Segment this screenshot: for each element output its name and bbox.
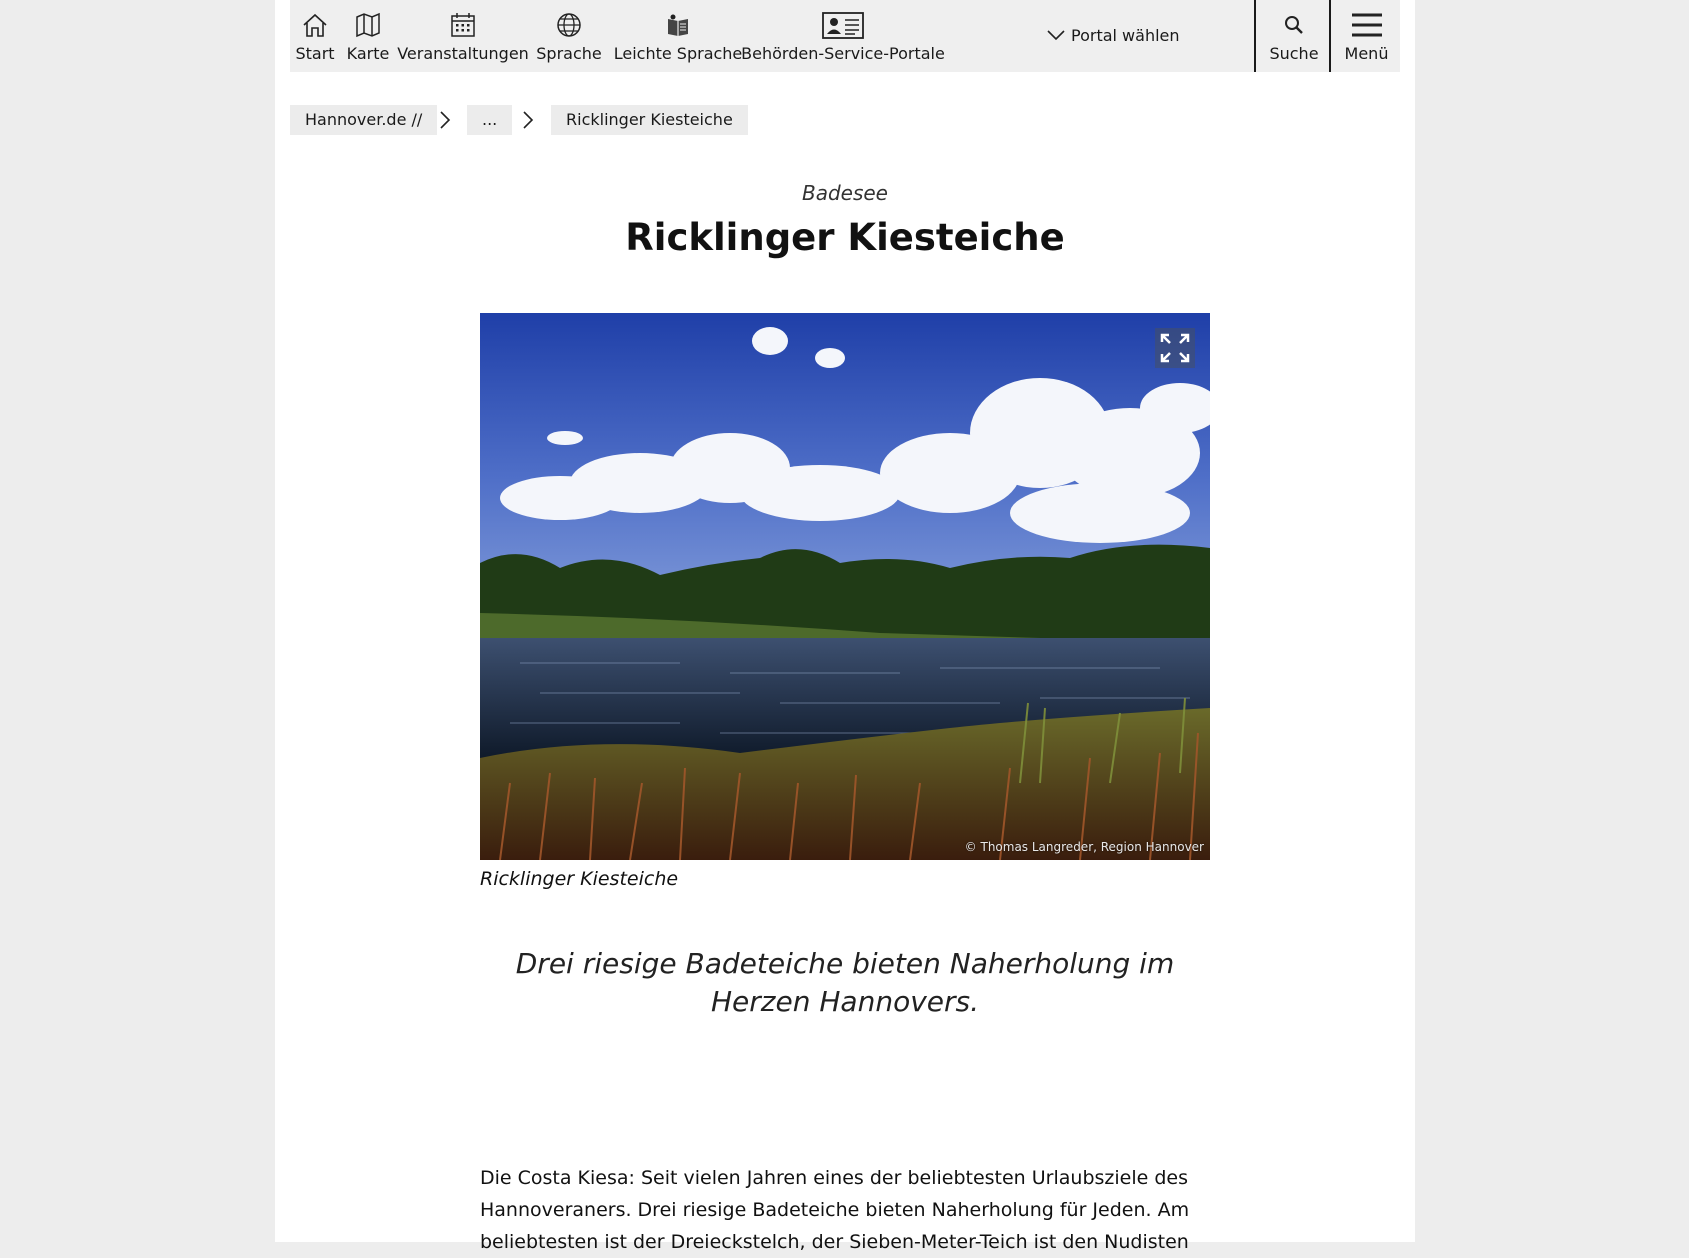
lake-photo xyxy=(480,313,1210,860)
page-title: Ricklinger Kiesteiche xyxy=(625,216,1065,259)
nav-item-behoerden-service-portale[interactable]: Behörden-Service-Portale xyxy=(741,0,945,72)
article-body: Die Costa Kiesa: Seit vielen Jahren eine… xyxy=(480,1167,1190,1253)
menu-button[interactable]: Menü xyxy=(1333,0,1400,72)
nav-divider xyxy=(1254,0,1256,72)
portal-select-label: Portal wählen xyxy=(1071,25,1180,45)
nav-label-behoerden-service-portale: Behörden-Service-Portale xyxy=(741,44,945,63)
nav-item-leichte-sprache[interactable]: Leichte Sprache xyxy=(613,0,743,72)
breadcrumb-item-home[interactable]: Hannover.de // xyxy=(290,105,438,135)
nav-label-leichte-sprache: Leichte Sprache xyxy=(613,44,743,63)
image-caption: Ricklinger Kiesteiche xyxy=(480,868,679,890)
nav-item-karte[interactable]: Karte xyxy=(346,0,390,72)
breadcrumb-item-ellipsis[interactable]: ... xyxy=(467,105,513,135)
hero-image[interactable]: © Thomas Langreder, Region Hannover xyxy=(480,313,1210,860)
nav-label-sprache: Sprache xyxy=(536,44,602,63)
fullscreen-icon xyxy=(1160,333,1190,363)
nav-label-start: Start xyxy=(295,44,335,63)
nav-label-veranstaltungen: Veranstaltungen xyxy=(397,44,529,63)
article-kicker: Badesee xyxy=(801,181,888,205)
map-icon xyxy=(356,12,380,38)
chevron-right-icon xyxy=(440,111,451,129)
home-icon xyxy=(303,13,327,37)
calendar-icon xyxy=(451,13,475,37)
globe-icon xyxy=(557,13,581,37)
chevron-right-icon xyxy=(523,111,534,129)
nav-item-veranstaltungen[interactable]: Veranstaltungen xyxy=(397,0,529,72)
top-navigation: Start Karte Veranstaltungen Sprache Leic… xyxy=(290,0,1400,72)
article-lead: Drei riesige Badeteiche bieten Naherholu… xyxy=(515,947,1175,1018)
search-label: Suche xyxy=(1269,44,1319,63)
expand-image-button[interactable] xyxy=(1155,328,1195,368)
breadcrumb-item-current[interactable]: Ricklinger Kiesteiche xyxy=(551,105,748,135)
search-icon xyxy=(1285,16,1303,34)
menu-label: Menü xyxy=(1344,44,1389,63)
page: Start Karte Veranstaltungen Sprache Leic… xyxy=(275,0,1415,1253)
nav-item-start[interactable]: Start xyxy=(295,0,335,72)
easy-language-icon xyxy=(668,14,688,36)
nav-divider xyxy=(1329,0,1331,72)
nav-label-karte: Karte xyxy=(346,44,390,63)
chevron-down-icon xyxy=(1047,30,1065,41)
id-card-icon xyxy=(822,12,864,39)
search-button[interactable]: Suche xyxy=(1258,0,1330,72)
portal-select[interactable]: Portal wählen xyxy=(1045,22,1180,48)
nav-item-sprache[interactable]: Sprache xyxy=(536,0,602,72)
hamburger-menu-icon xyxy=(1351,13,1382,37)
image-credit: © Thomas Langreder, Region Hannover xyxy=(964,840,1204,854)
